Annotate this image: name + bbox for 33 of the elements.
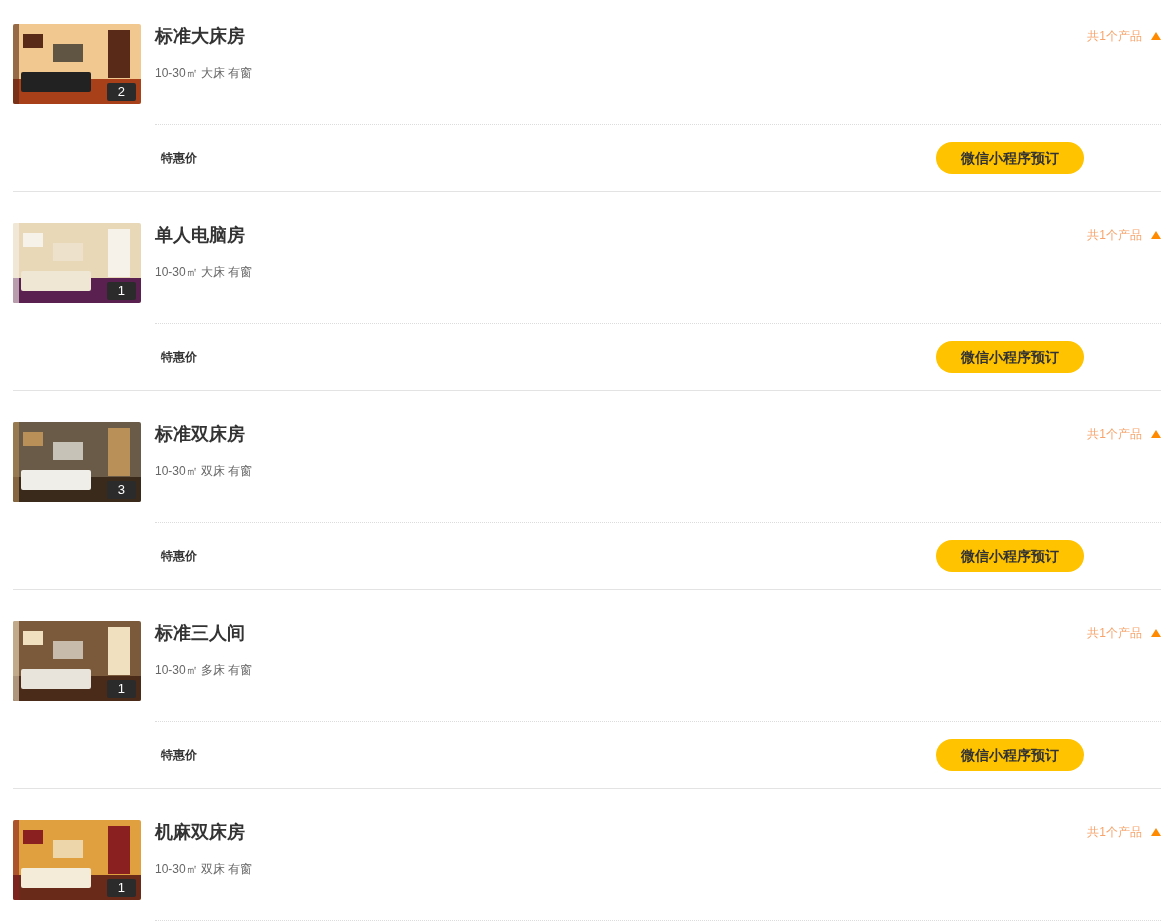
triangle-icon[interactable] — [1151, 430, 1161, 438]
room-title: 标准大床房 — [155, 25, 246, 48]
photo-count: 1 — [106, 680, 136, 698]
room-specs: 10-30㎡ 大床 有窗 — [155, 265, 253, 279]
room-specs: 10-30㎡ 双床 有窗 — [155, 862, 253, 876]
book-button[interactable]: 微信小程序预订 — [936, 739, 1084, 771]
photo-count: 3 — [106, 481, 136, 499]
photo-count: 2 — [106, 83, 136, 101]
room-specs: 10-30㎡ 大床 有窗 — [155, 66, 253, 80]
product-count[interactable]: 共1个产品 — [1087, 223, 1142, 247]
room-title: 标准双床房 — [155, 423, 246, 446]
room-specs: 10-30㎡ 多床 有窗 — [155, 663, 253, 677]
room-title: 标准三人间 — [155, 622, 246, 645]
room-specs: 10-30㎡ 双床 有窗 — [155, 464, 253, 478]
price-label: 特惠价 — [161, 747, 197, 764]
triangle-icon[interactable] — [1151, 231, 1161, 239]
room-title: 机麻双床房 — [155, 821, 246, 844]
photo-count: 1 — [106, 282, 136, 300]
price-label: 特惠价 — [161, 150, 197, 167]
product-count[interactable]: 共1个产品 — [1087, 621, 1142, 645]
book-button[interactable]: 微信小程序预订 — [936, 142, 1084, 174]
room-title: 单人电脑房 — [155, 224, 246, 247]
book-button[interactable]: 微信小程序预订 — [936, 540, 1084, 572]
triangle-icon[interactable] — [1151, 629, 1161, 637]
triangle-icon[interactable] — [1151, 828, 1161, 836]
product-count[interactable]: 共1个产品 — [1087, 820, 1142, 844]
price-label: 特惠价 — [161, 349, 197, 366]
price-label: 特惠价 — [161, 548, 197, 565]
product-count[interactable]: 共1个产品 — [1087, 24, 1142, 48]
triangle-icon[interactable] — [1151, 32, 1161, 40]
photo-count: 1 — [106, 879, 136, 897]
book-button[interactable]: 微信小程序预订 — [936, 341, 1084, 373]
product-count[interactable]: 共1个产品 — [1087, 422, 1142, 446]
